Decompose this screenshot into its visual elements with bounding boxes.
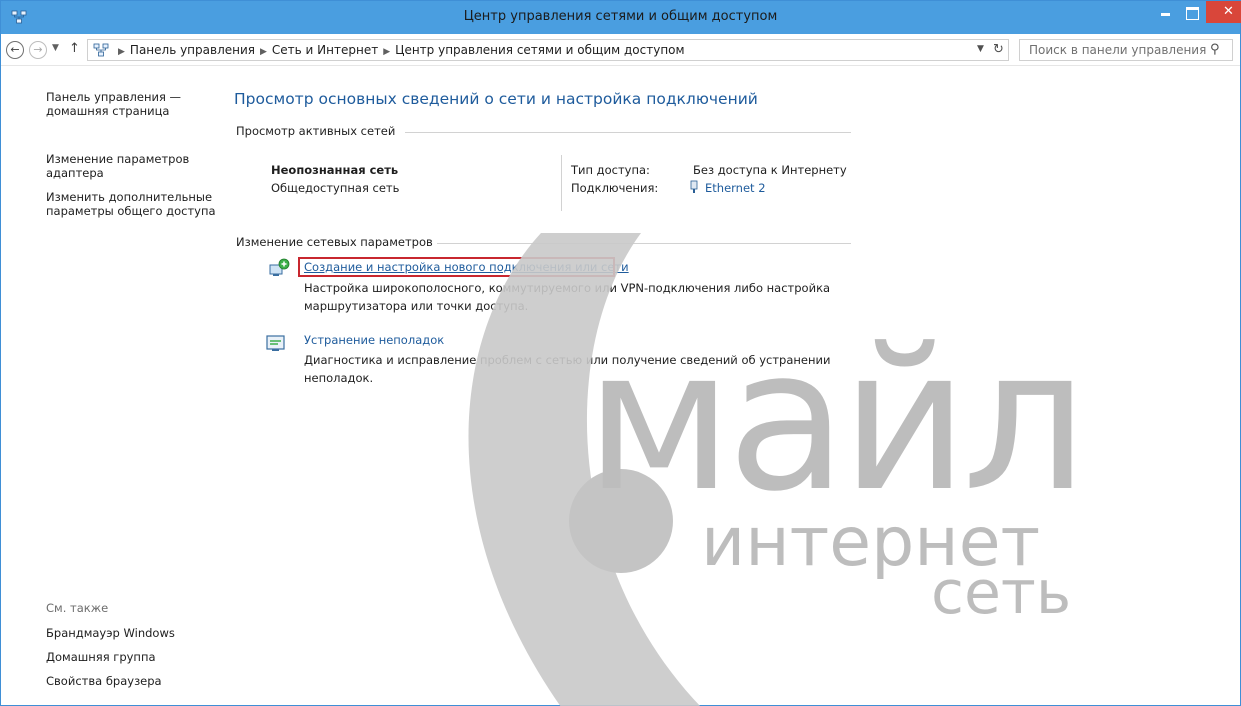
close-icon: ✕ bbox=[1223, 4, 1234, 19]
window-title: Центр управления сетями и общим доступом bbox=[463, 9, 778, 24]
breadcrumb-network-internet[interactable]: Сеть и Интернет bbox=[272, 43, 378, 57]
breadcrumb-control-panel[interactable]: Панель управления bbox=[130, 43, 255, 57]
search-placeholder: Поиск в панели управления bbox=[1029, 43, 1207, 57]
search-icon[interactable]: ⚲ bbox=[1210, 42, 1220, 57]
active-networks-header: Просмотр активных сетей bbox=[236, 124, 396, 138]
homegroup-link[interactable]: Домашняя группа bbox=[46, 650, 236, 664]
breadcrumb: ▶ Панель управления ▶ Сеть и Интернет ▶ Центр… bbox=[113, 43, 685, 57]
chevron-right-icon: ▶ bbox=[383, 47, 391, 57]
recent-locations-dropdown[interactable]: ▼ bbox=[52, 43, 59, 53]
adapter-settings-link[interactable]: Изменение параметров адаптера bbox=[46, 152, 236, 180]
title-bar: Центр управления сетями и общим доступом… bbox=[1, 1, 1241, 34]
troubleshoot-icon bbox=[266, 335, 285, 351]
refresh-icon[interactable]: ↻ bbox=[993, 42, 1004, 57]
address-path[interactable]: ▶ Панель управления ▶ Сеть и Интернет ▶ Центр… bbox=[87, 39, 1009, 61]
access-type-value: Без доступа к Интернету bbox=[693, 163, 847, 177]
watermark-word-1: майл bbox=[585, 307, 1088, 535]
browser-properties-link[interactable]: Свойства браузера bbox=[46, 674, 236, 688]
chevron-right-icon: ▶ bbox=[260, 47, 267, 57]
section-divider bbox=[437, 243, 851, 244]
see-also-label: См. также bbox=[46, 601, 109, 615]
troubleshoot-link[interactable]: Устранение неполадок bbox=[304, 333, 444, 347]
highlight-frame bbox=[298, 257, 615, 277]
watermark-word-3: сеть bbox=[931, 558, 1072, 628]
address-bar: ← → ▼ ↑ ▶ Панель управления ▶ Сеть и Интерн… bbox=[1, 34, 1240, 66]
control-panel-home-link[interactable]: Панель управления — домашняя страница bbox=[46, 90, 236, 118]
vertical-divider bbox=[561, 155, 562, 211]
chevron-down-icon[interactable]: ▼ bbox=[977, 44, 984, 54]
page-title: Просмотр основных сведений о сети и наст… bbox=[234, 90, 758, 108]
access-type-label: Тип доступа: bbox=[571, 163, 650, 177]
back-button[interactable]: ← bbox=[6, 41, 24, 59]
close-button[interactable]: ✕ bbox=[1206, 1, 1241, 23]
network-center-icon bbox=[93, 43, 109, 57]
minimize-button[interactable] bbox=[1152, 1, 1178, 23]
maximize-button[interactable] bbox=[1179, 1, 1205, 23]
search-input[interactable]: Поиск в панели управления ⚲ bbox=[1019, 39, 1233, 61]
change-settings-header: Изменение сетевых параметров bbox=[236, 235, 433, 249]
new-connection-icon bbox=[269, 258, 290, 276]
window: Центр управления сетями и общим доступом… bbox=[0, 0, 1241, 706]
network-name: Неопознанная сеть bbox=[271, 163, 399, 177]
breadcrumb-network-center[interactable]: Центр управления сетями и общим доступом bbox=[395, 43, 684, 57]
network-category: Общедоступная сеть bbox=[271, 181, 400, 195]
section-divider bbox=[405, 132, 851, 133]
forward-button[interactable]: → bbox=[29, 41, 47, 59]
firewall-link[interactable]: Брандмауэр Windows bbox=[46, 626, 236, 640]
ethernet-connection-link[interactable]: Ethernet 2 bbox=[705, 181, 766, 195]
ethernet-icon bbox=[690, 180, 698, 193]
sharing-settings-link[interactable]: Изменить дополнительные параметры общего… bbox=[46, 190, 236, 218]
connections-label: Подключения: bbox=[571, 181, 659, 195]
chevron-right-icon: ▶ bbox=[118, 47, 125, 57]
up-button[interactable]: ↑ bbox=[69, 41, 80, 56]
